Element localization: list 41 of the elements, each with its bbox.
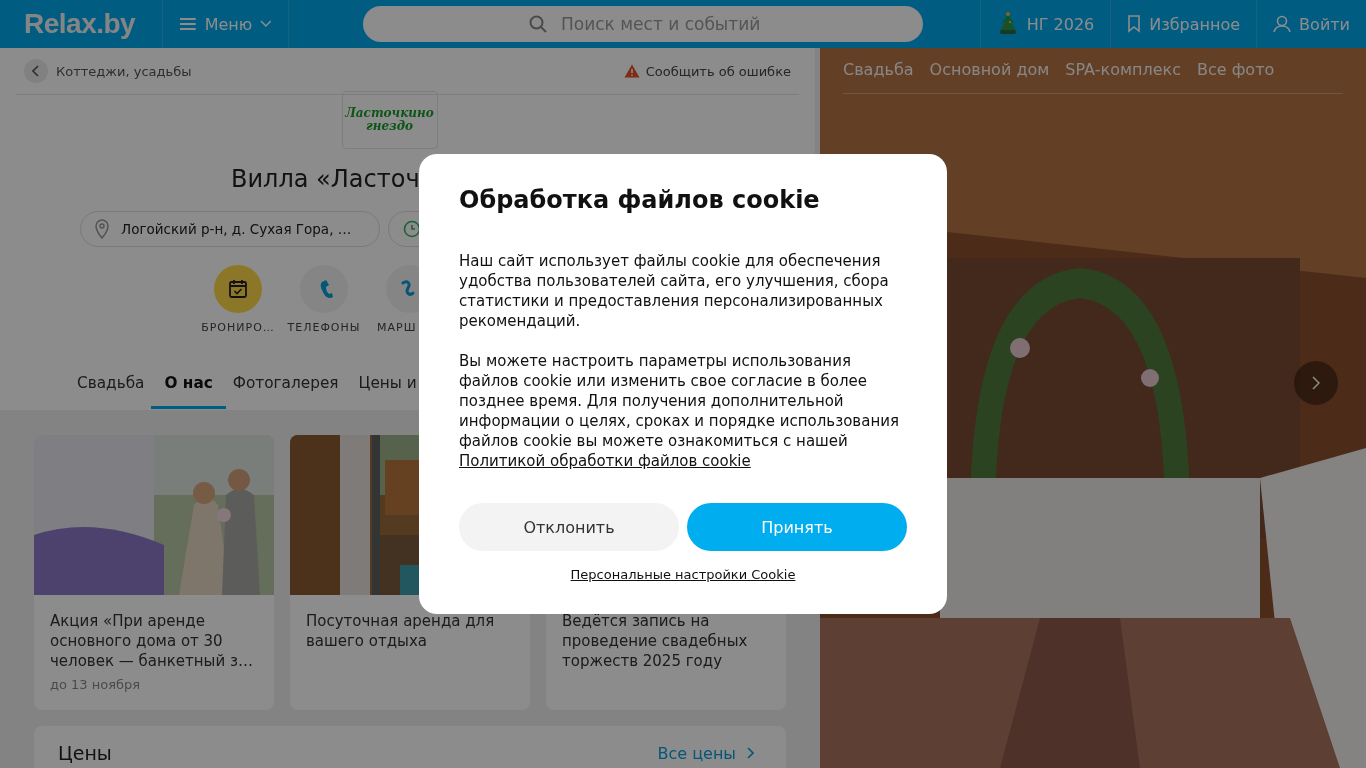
gallery-tab[interactable]: Свадьба <box>843 60 914 79</box>
search-field[interactable]: Поиск мест и событий <box>363 6 923 42</box>
all-prices-link[interactable]: Все цены <box>657 742 754 764</box>
gallery-tab[interactable]: Все фото <box>1197 60 1275 79</box>
warning-icon <box>623 64 640 78</box>
clock-icon <box>403 220 421 238</box>
calendar-check-icon <box>228 279 248 299</box>
menu-icon <box>179 17 197 31</box>
map-pin-icon <box>95 219 109 239</box>
dialog-text: Наш сайт использует файлы cookie для обеспечения удобства пользователей сайта, его улучшения, сбора статистики и предоставления персонализированных рекомендаций. <box>459 251 890 331</box>
section-tab[interactable]: Фотогалерея <box>232 364 339 409</box>
offer-date: до 13 ноября <box>49 676 142 692</box>
offer-title: Акция «При аренде основного дома от 30 человек — банкетный з… <box>49 611 254 671</box>
back-link[interactable]: Коттеджи, усадьбы <box>24 59 192 83</box>
accept-button[interactable]: Принять <box>687 503 907 551</box>
cookie-settings-link[interactable]: Персональные настройки Cookie <box>570 567 796 582</box>
gallery-tab[interactable]: Основной дом <box>929 60 1050 79</box>
section-tab[interactable]: Свадьба <box>77 364 145 409</box>
offer-card[interactable]: Акция «При аренде основного дома от 30 человек — банкетный з… до 13 ноября <box>34 435 274 710</box>
chevron-down-icon <box>260 20 272 28</box>
report-error-link[interactable]: Сообщить об ошибке <box>623 63 791 79</box>
back-button[interactable] <box>24 59 48 83</box>
decline-button[interactable]: Отклонить <box>459 503 679 551</box>
action-link[interactable]: ТЕЛЕФОНЫ <box>281 265 367 334</box>
chevron-right-icon <box>746 747 754 759</box>
search-icon <box>529 15 547 33</box>
action-link[interactable]: БРОНИРО… <box>195 265 281 334</box>
chevron-right-icon <box>1312 376 1320 390</box>
breadcrumb-link[interactable]: Коттеджи, усадьбы <box>56 63 192 79</box>
section-tab[interactable]: Цены и <box>358 364 417 409</box>
bookmark-icon <box>1127 15 1142 33</box>
place-logo: Ласточкино гнездо <box>341 91 438 149</box>
gallery-tab[interactable]: SPA-комплекс <box>1065 60 1181 79</box>
offer-title: Посуточная аренда для вашего отдыха <box>305 611 496 651</box>
offer-title: Ведётся запись на проведение свадебных торжеств 2025 году <box>561 611 749 671</box>
section-title: Цены <box>58 742 112 766</box>
action-button[interactable] <box>214 265 262 313</box>
user-icon <box>1273 15 1292 33</box>
chevron-left-icon <box>32 65 40 77</box>
dialog-title: Обработка файлов cookie <box>459 186 821 216</box>
section-tab[interactable]: О нас <box>151 364 226 409</box>
